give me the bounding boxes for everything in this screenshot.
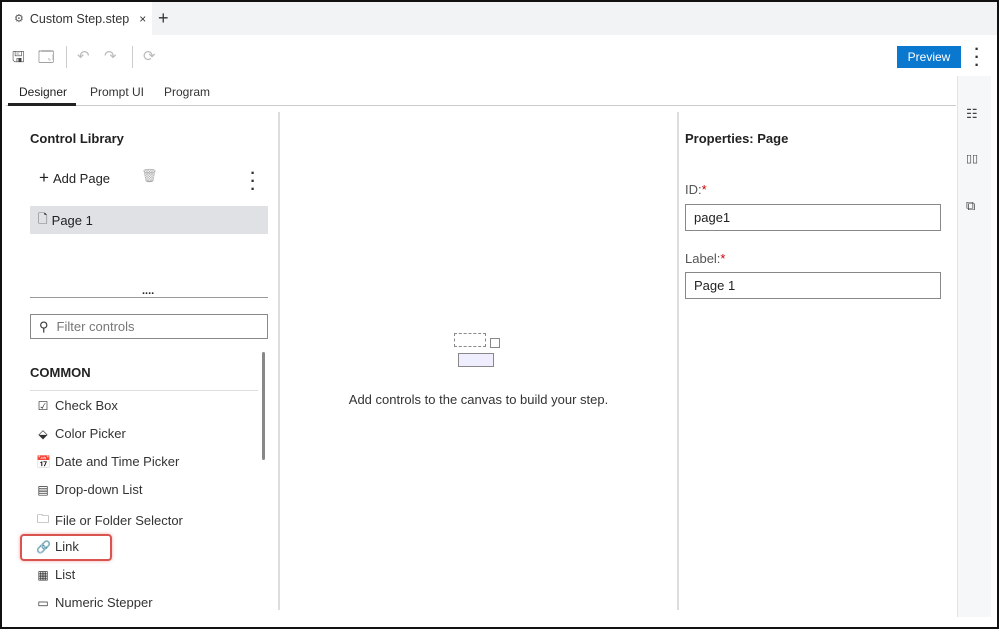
tab-designer[interactable]: Designer bbox=[19, 85, 67, 99]
control-numeric-stepper[interactable]: ▭ Numeric Stepper bbox=[36, 595, 153, 610]
filter-placeholder: Filter controls bbox=[56, 319, 135, 334]
control-label: File or Folder Selector bbox=[55, 513, 183, 528]
file-tab-title: Custom Step.step bbox=[29, 11, 130, 26]
id-field[interactable]: page1 bbox=[685, 204, 941, 231]
control-label: Numeric Stepper bbox=[55, 595, 153, 609]
control-date-time-picker[interactable]: 📅 Date and Time Picker bbox=[36, 454, 179, 469]
control-label: Color Picker bbox=[55, 426, 126, 441]
control-list-item[interactable]: ▦ List bbox=[36, 567, 75, 582]
label-field[interactable]: Page 1 bbox=[685, 272, 941, 299]
search-icon: ⚲ bbox=[39, 318, 49, 334]
section-divider bbox=[30, 390, 258, 391]
refresh-icon[interactable]: ⟳ bbox=[143, 47, 156, 65]
step-icon: ⚙ bbox=[14, 13, 24, 25]
canvas-empty-message: Add controls to the canvas to build your… bbox=[348, 392, 609, 407]
divider bbox=[66, 46, 67, 68]
undo-icon[interactable]: ↶ bbox=[77, 47, 90, 65]
page-options-icon[interactable]: · · · bbox=[249, 166, 257, 198]
page-icon: 🗋 bbox=[38, 211, 48, 226]
control-label: List bbox=[55, 567, 76, 582]
add-page-label: Add Page bbox=[52, 170, 111, 186]
page-label: Page 1 bbox=[51, 212, 93, 228]
link-highlight-box bbox=[20, 534, 112, 561]
properties-panel-icon[interactable]: ☷ bbox=[966, 106, 978, 122]
add-tab-button[interactable]: + bbox=[158, 8, 169, 29]
trash-icon[interactable]: 🗑 bbox=[141, 168, 158, 184]
folder-icon: 🗀 bbox=[36, 512, 49, 526]
tab-divider bbox=[6, 105, 956, 106]
control-check-box[interactable]: ☑ Check Box bbox=[36, 398, 118, 413]
divider bbox=[132, 46, 133, 68]
add-page-button[interactable]: + Add Page bbox=[39, 168, 110, 188]
control-dropdown-list[interactable]: ▤ Drop-down List bbox=[36, 482, 142, 497]
page-list-item[interactable]: 🗋 Page 1 bbox=[30, 206, 268, 234]
control-label: Check Box bbox=[55, 398, 118, 413]
control-label: Drop-down List bbox=[55, 482, 143, 497]
control-color-picker[interactable]: ⬙ Color Picker bbox=[36, 426, 126, 441]
properties-title: Properties: Page bbox=[685, 131, 789, 146]
checkbox-icon: ☑ bbox=[37, 398, 49, 413]
tab-prompt-ui[interactable]: Prompt UI bbox=[90, 85, 144, 99]
dropdown-icon: ▤ bbox=[37, 482, 49, 497]
file-tab[interactable]: ⚙ Custom Step.step × bbox=[2, 2, 152, 35]
control-library-title: Control Library bbox=[30, 131, 124, 146]
id-value: page1 bbox=[694, 210, 731, 225]
id-label: ID:* bbox=[685, 182, 707, 197]
move-panel-icon[interactable]: ⧉ bbox=[966, 198, 975, 214]
control-label: Date and Time Picker bbox=[55, 454, 180, 469]
section-common: COMMON bbox=[30, 365, 91, 380]
panel-divider[interactable] bbox=[677, 112, 679, 610]
layout-icon[interactable]: ▯▯ bbox=[966, 152, 978, 165]
tab-program[interactable]: Program bbox=[164, 85, 210, 99]
panel-divider[interactable] bbox=[278, 112, 280, 610]
save-as-icon[interactable]: 🗔 bbox=[38, 47, 54, 72]
calendar-clock-icon: 📅 bbox=[36, 454, 51, 469]
more-options-icon[interactable]: · · · bbox=[973, 42, 981, 74]
close-icon[interactable]: × bbox=[139, 12, 146, 26]
paint-bucket-icon: ⬙ bbox=[38, 426, 48, 441]
stepper-icon: ▭ bbox=[37, 595, 49, 610]
redo-icon[interactable]: ↷ bbox=[104, 47, 117, 65]
preview-button[interactable]: Preview bbox=[897, 46, 961, 68]
splitter-line bbox=[30, 297, 268, 298]
control-list: ☑ Check Box ⬙ Color Picker 📅 Date and Time … bbox=[2, 392, 272, 609]
list-icon: ▦ bbox=[37, 567, 49, 582]
active-tab-indicator bbox=[8, 103, 76, 106]
filter-controls-input[interactable]: ⚲ Filter controls bbox=[30, 314, 268, 339]
control-file-folder-selector[interactable]: 🗀 File or Folder Selector bbox=[36, 510, 183, 531]
label-value: Page 1 bbox=[694, 278, 736, 293]
canvas-placeholder-icon bbox=[454, 333, 502, 369]
splitter-handle[interactable]: .... bbox=[142, 285, 154, 297]
plus-icon: + bbox=[39, 168, 49, 187]
save-icon[interactable]: 🖫 bbox=[12, 47, 25, 72]
label-label: Label:* bbox=[685, 251, 726, 266]
